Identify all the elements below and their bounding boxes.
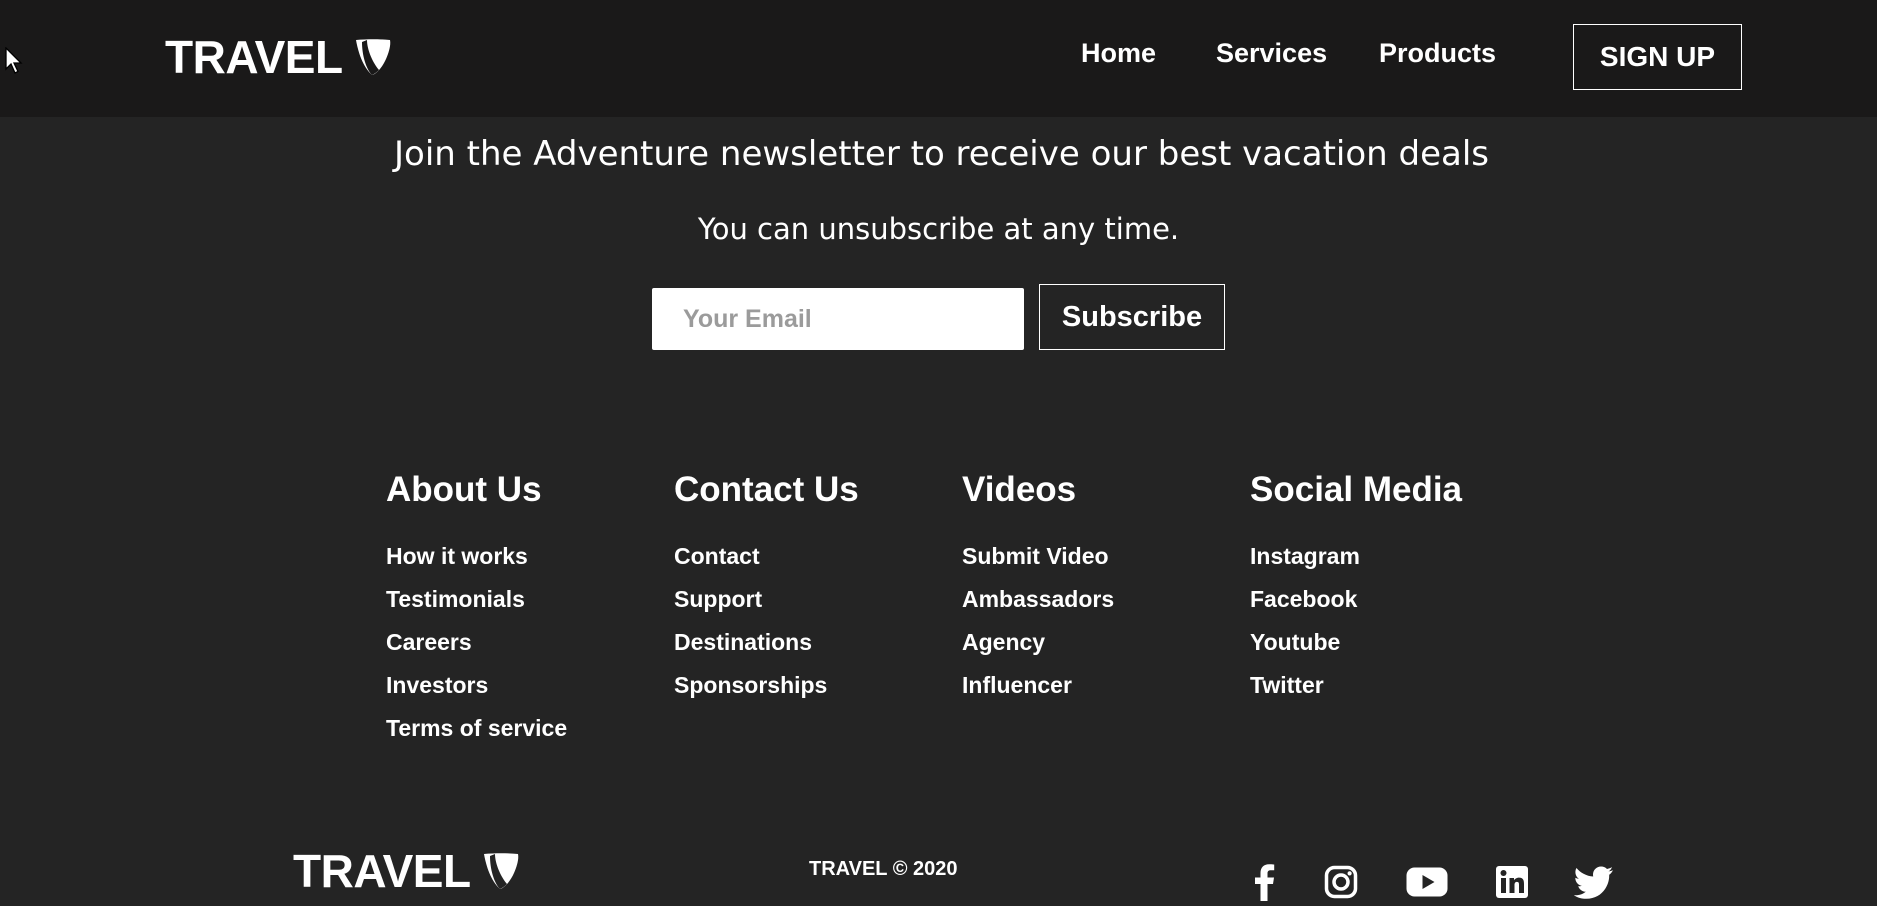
footer-link-instagram[interactable]: Instagram xyxy=(1250,535,1462,578)
footer-link-how-it-works[interactable]: How it works xyxy=(386,535,567,578)
newsletter-subtitle-text: You can unsubscribe at any time. xyxy=(697,212,1180,246)
footer-link-destinations[interactable]: Destinations xyxy=(674,621,859,664)
typo3-logo-icon xyxy=(483,853,518,889)
footer-link-investors[interactable]: Investors xyxy=(386,664,567,707)
typo3-logo-icon xyxy=(355,39,390,75)
mouse-cursor-icon xyxy=(5,47,23,74)
footer-link-youtube[interactable]: Youtube xyxy=(1250,621,1462,664)
footer-link-sponsorships[interactable]: Sponsorships xyxy=(674,664,859,707)
footer-heading-social-media: Social Media xyxy=(1250,470,1463,509)
footer-brand-logo[interactable]: TRAVEL xyxy=(293,844,521,898)
brand-logo[interactable]: TRAVEL xyxy=(165,30,393,84)
footer-links-social-media: Instagram Facebook Youtube Twitter xyxy=(1250,535,1462,707)
instagram-icon[interactable] xyxy=(1323,862,1359,902)
nav-home-link[interactable]: Home xyxy=(1081,38,1156,69)
subscribe-button[interactable]: Subscribe xyxy=(1039,284,1225,350)
sign-up-button[interactable]: SIGN UP xyxy=(1573,24,1742,90)
footer-link-contact[interactable]: Contact xyxy=(674,535,859,578)
footer-brand-logo-text: TRAVEL xyxy=(293,845,471,897)
footer-link-facebook[interactable]: Facebook xyxy=(1250,578,1462,621)
footer-link-twitter[interactable]: Twitter xyxy=(1250,664,1462,707)
nav-services-link[interactable]: Services xyxy=(1216,38,1327,69)
youtube-icon[interactable] xyxy=(1406,862,1448,902)
footer-heading-videos: Videos xyxy=(962,470,1077,509)
footer-link-ambassadors[interactable]: Ambassadors xyxy=(962,578,1114,621)
footer-heading-about: About Us xyxy=(386,470,542,509)
footer-link-support[interactable]: Support xyxy=(674,578,859,621)
footer-link-testimonials[interactable]: Testimonials xyxy=(386,578,567,621)
footer-link-agency[interactable]: Agency xyxy=(962,621,1114,664)
newsletter-subtitle: You can unsubscribe at any time. xyxy=(0,212,1877,246)
navbar: TRAVEL Home Services Products SIGN UP xyxy=(0,0,1877,117)
copyright-text: TRAVEL © 2020 xyxy=(809,858,958,880)
footer-heading-contact: Contact Us xyxy=(674,470,859,509)
footer-link-terms-of-service[interactable]: Terms of service xyxy=(386,707,567,750)
email-input[interactable] xyxy=(652,288,1024,350)
footer-links-videos: Submit Video Ambassadors Agency Influenc… xyxy=(962,535,1114,707)
footer-column-social-media: Social Media Instagram Facebook Youtube … xyxy=(1250,470,1462,707)
footer-links-about: How it works Testimonials Careers Invest… xyxy=(386,535,567,750)
linkedin-icon[interactable] xyxy=(1494,862,1530,902)
facebook-icon[interactable] xyxy=(1250,862,1278,902)
footer-links-contact: Contact Support Destinations Sponsorship… xyxy=(674,535,859,707)
footer-link-submit-video[interactable]: Submit Video xyxy=(962,535,1114,578)
footer-column-about: About Us How it works Testimonials Caree… xyxy=(386,470,567,750)
footer-link-influencer[interactable]: Influencer xyxy=(962,664,1114,707)
footer-link-careers[interactable]: Careers xyxy=(386,621,567,664)
newsletter-title: Join the Adventure newsletter to receive… xyxy=(0,134,1877,174)
newsletter-title-text: Join the Adventure newsletter to receive… xyxy=(393,134,1490,174)
brand-logo-text: TRAVEL xyxy=(165,31,343,83)
footer-column-contact: Contact Us Contact Support Destinations … xyxy=(674,470,859,707)
nav-products-link[interactable]: Products xyxy=(1379,38,1496,69)
footer-column-videos: Videos Submit Video Ambassadors Agency I… xyxy=(962,470,1114,707)
twitter-icon[interactable] xyxy=(1574,862,1614,902)
